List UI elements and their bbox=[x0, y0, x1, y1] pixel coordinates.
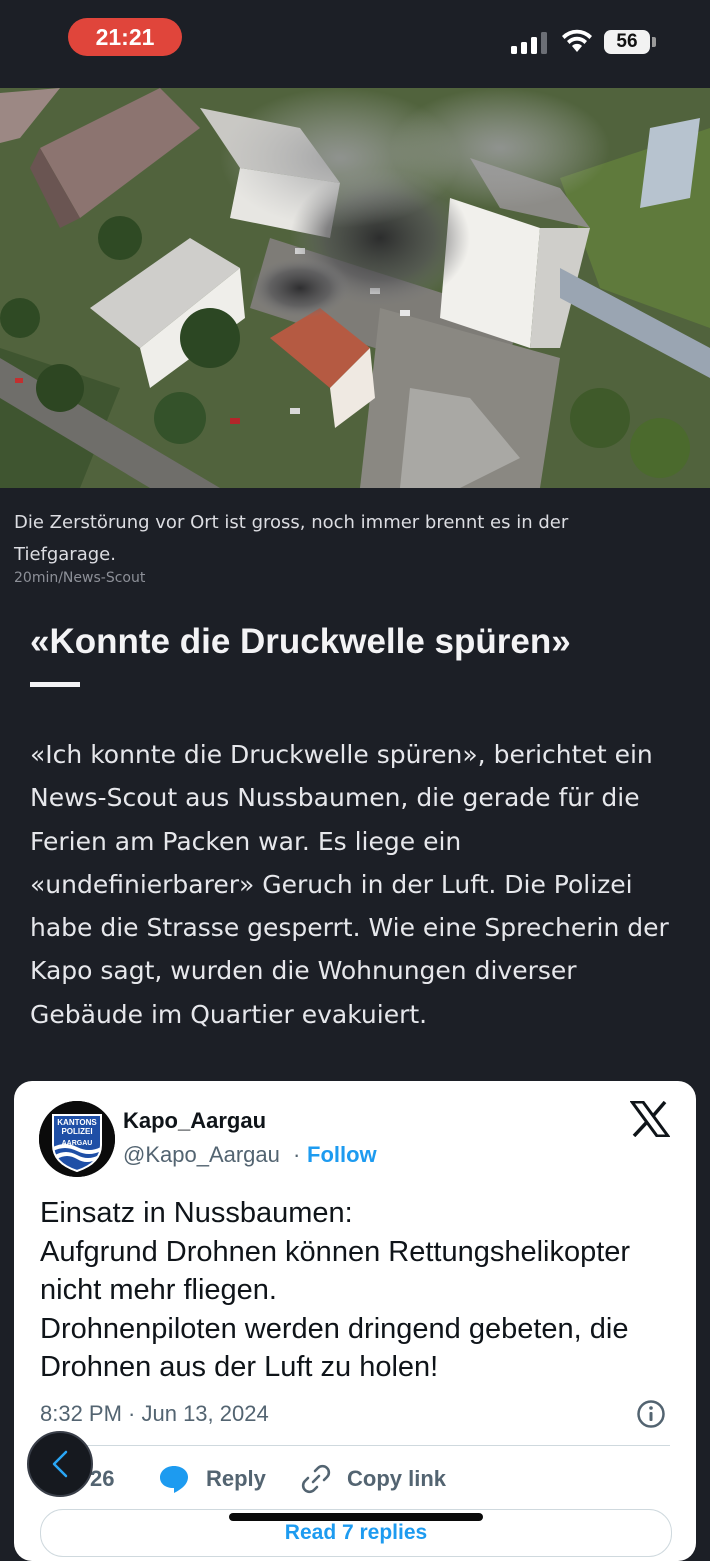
tweet-timestamp[interactable]: 8:32 PM · Jun 13, 2024 bbox=[40, 1401, 269, 1427]
police-badge-icon: KANTONS POLIZEI AARGAU bbox=[39, 1101, 115, 1177]
follow-button[interactable]: Follow bbox=[307, 1142, 377, 1168]
avatar-text-1: KANTONS bbox=[57, 1118, 97, 1127]
battery-level: 56 bbox=[604, 30, 650, 54]
author-handle[interactable]: @Kapo_Aargau bbox=[123, 1142, 280, 1168]
avatar-text-2: POLIZEI bbox=[61, 1127, 92, 1136]
status-bar: 21:21 56 bbox=[0, 0, 710, 88]
link-icon[interactable] bbox=[300, 1463, 332, 1495]
status-time[interactable]: 21:21 bbox=[68, 18, 182, 56]
embedded-tweet[interactable]: KANTONS POLIZEI AARGAU Kapo_Aargau @Kapo… bbox=[14, 1081, 696, 1561]
tweet-divider bbox=[40, 1445, 670, 1446]
wifi-icon bbox=[562, 29, 592, 52]
article-photo[interactable] bbox=[0, 88, 710, 488]
avatar[interactable]: KANTONS POLIZEI AARGAU bbox=[39, 1101, 115, 1177]
avatar-text-3: AARGAU bbox=[62, 1140, 93, 1147]
image-credit: 20min/News-Scout bbox=[14, 570, 146, 586]
copy-link-button[interactable]: Copy link bbox=[347, 1466, 446, 1492]
like-count[interactable]: 26 bbox=[90, 1466, 114, 1492]
home-indicator[interactable] bbox=[229, 1513, 483, 1521]
tweet-text: Einsatz in Nussbaumen: Aufgrund Drohnen … bbox=[40, 1197, 631, 1383]
image-caption: Die Zerstörung vor Ort ist gross, noch i… bbox=[14, 512, 569, 565]
signal-icon bbox=[511, 32, 547, 54]
section-heading: «Konnte die Druckwelle spüren» bbox=[30, 622, 571, 661]
chevron-left-icon bbox=[52, 1450, 68, 1478]
handle-separator: · bbox=[293, 1142, 301, 1167]
author-name[interactable]: Kapo_Aargau bbox=[123, 1108, 266, 1134]
info-icon[interactable] bbox=[636, 1399, 666, 1429]
aerial-fire-image bbox=[0, 88, 710, 488]
battery-nub bbox=[652, 37, 656, 47]
x-logo-icon[interactable] bbox=[630, 1101, 670, 1137]
heading-underline bbox=[30, 682, 80, 687]
reply-icon[interactable] bbox=[158, 1464, 190, 1494]
reply-button[interactable]: Reply bbox=[206, 1466, 266, 1492]
back-button[interactable] bbox=[27, 1431, 93, 1497]
article-paragraph: «Ich konnte die Druckwelle spüren», beri… bbox=[30, 740, 669, 1029]
